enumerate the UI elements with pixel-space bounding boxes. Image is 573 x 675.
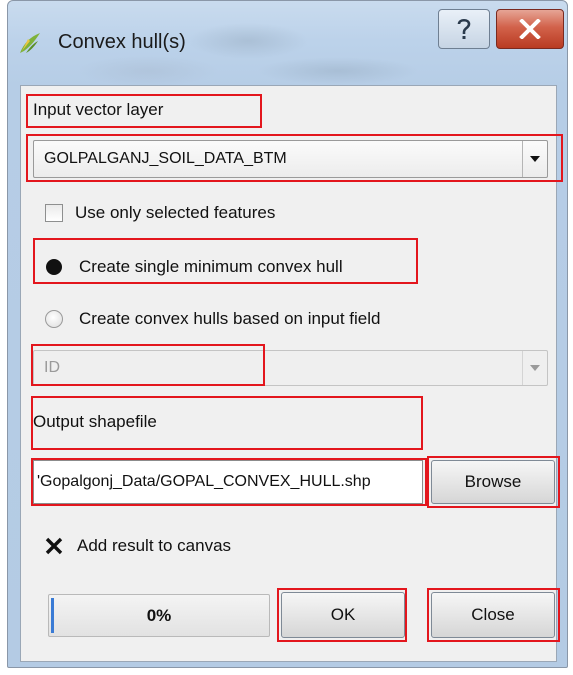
window-title: Convex hull(s) <box>58 31 186 53</box>
highlight-field-combo <box>31 344 265 386</box>
progress-text: 0% <box>146 605 172 625</box>
highlight-browse <box>427 456 560 508</box>
progress-bar: 0% <box>48 594 270 637</box>
use-selected-label: Use only selected features <box>75 203 276 222</box>
help-icon <box>457 18 471 39</box>
chevron-down-icon <box>522 351 547 385</box>
highlight-input-combo <box>26 134 563 182</box>
highlight-ok <box>277 588 407 642</box>
use-selected-checkbox[interactable] <box>45 204 63 222</box>
help-button[interactable] <box>438 9 490 49</box>
convex-hull-dialog: Convex hull(s) Input vector layer GOLPAL… <box>7 0 568 668</box>
add-to-canvas-label: Add result to canvas <box>77 536 232 555</box>
highlight-close <box>427 588 560 642</box>
add-to-canvas-checkbox[interactable] <box>45 537 63 555</box>
highlight-input-label <box>26 94 262 128</box>
window-close-button[interactable] <box>496 9 564 49</box>
close-icon <box>519 19 541 39</box>
highlight-output-path <box>31 458 427 506</box>
field-hull-label: Create convex hulls based on input field <box>79 309 381 328</box>
highlight-single-hull <box>33 238 418 284</box>
checkmark-x-icon <box>45 537 63 555</box>
qgis-icon <box>20 33 40 53</box>
field-hull-radio[interactable] <box>45 310 63 328</box>
dialog-body: Input vector layer GOLPALGANJ_SOIL_DATA_… <box>20 85 563 662</box>
highlight-output-label <box>31 396 423 450</box>
